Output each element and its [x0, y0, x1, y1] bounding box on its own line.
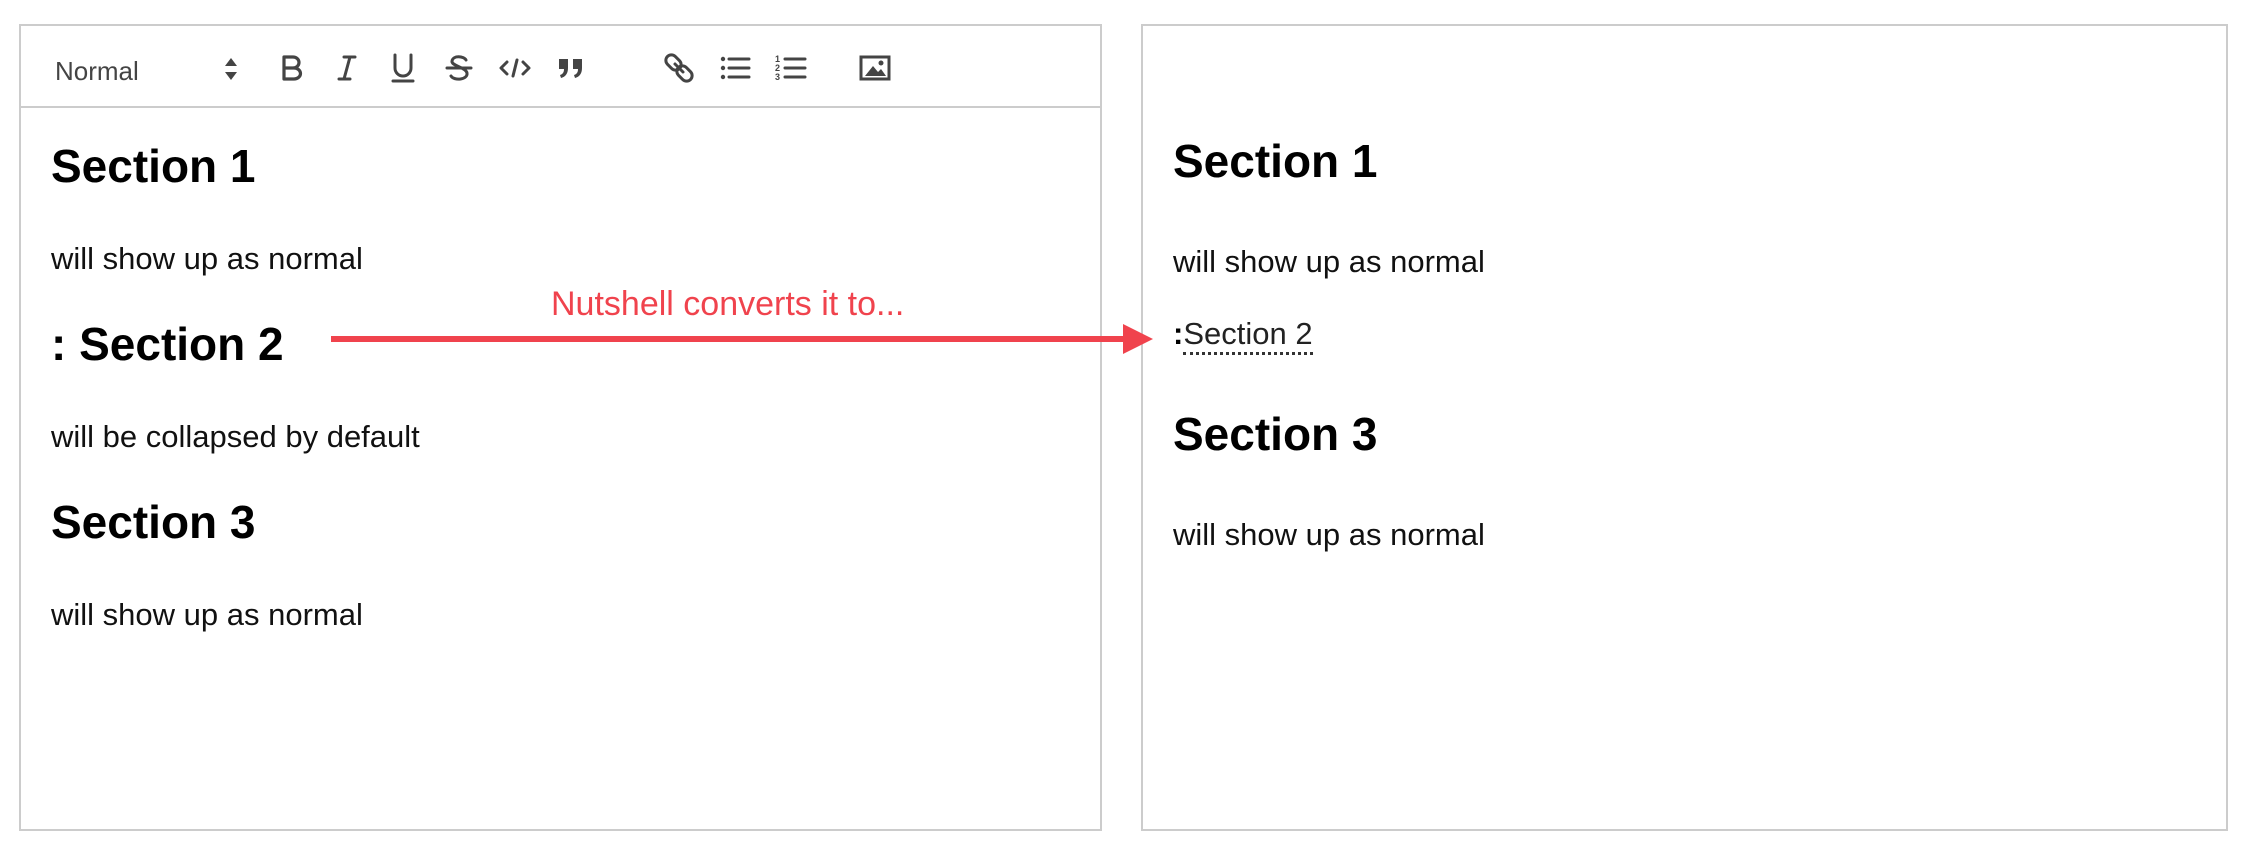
arrow-head-icon	[1123, 324, 1153, 354]
annotation-label: Nutshell converts it to...	[551, 285, 905, 323]
conversion-arrow	[331, 324, 1153, 354]
